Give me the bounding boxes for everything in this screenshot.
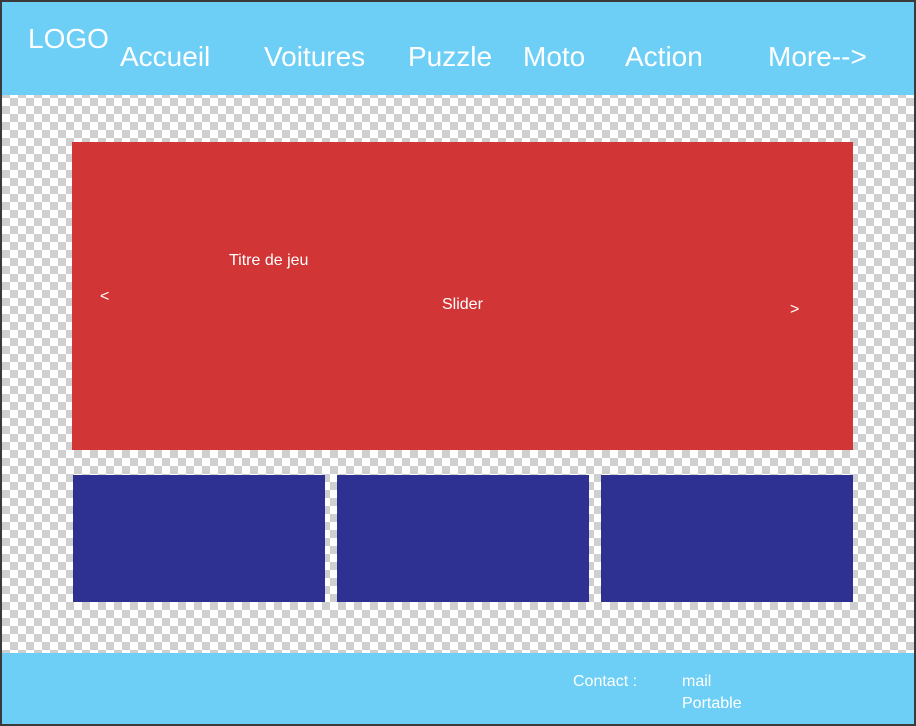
- nav-item-voitures[interactable]: Voitures: [264, 40, 365, 74]
- header: LOGO Accueil Voitures Puzzle Moto Action…: [2, 2, 914, 95]
- nav-item-action[interactable]: Action: [625, 40, 703, 74]
- contact-phone[interactable]: Portable: [682, 694, 742, 714]
- game-card-1[interactable]: [73, 475, 325, 602]
- game-card-2[interactable]: [337, 475, 589, 602]
- slider[interactable]: Titre de jeu < Slider >: [72, 142, 853, 450]
- slider-game-title: Titre de jeu: [229, 252, 309, 269]
- nav-item-more[interactable]: More-->: [768, 40, 867, 74]
- contact-mail[interactable]: mail: [682, 672, 711, 692]
- nav-item-puzzle[interactable]: Puzzle: [408, 40, 492, 74]
- game-card-3[interactable]: [601, 475, 853, 602]
- slider-prev-arrow[interactable]: <: [100, 287, 109, 307]
- slider-label: Slider: [442, 296, 483, 313]
- nav-item-moto[interactable]: Moto: [523, 40, 585, 74]
- nav-item-accueil[interactable]: Accueil: [120, 40, 210, 74]
- logo[interactable]: LOGO: [28, 22, 109, 56]
- contact-label: Contact :: [573, 673, 638, 690]
- slider-next-arrow[interactable]: >: [790, 300, 799, 320]
- footer: Contact : mail Portable: [2, 653, 914, 724]
- page-frame: LOGO Accueil Voitures Puzzle Moto Action…: [0, 0, 916, 726]
